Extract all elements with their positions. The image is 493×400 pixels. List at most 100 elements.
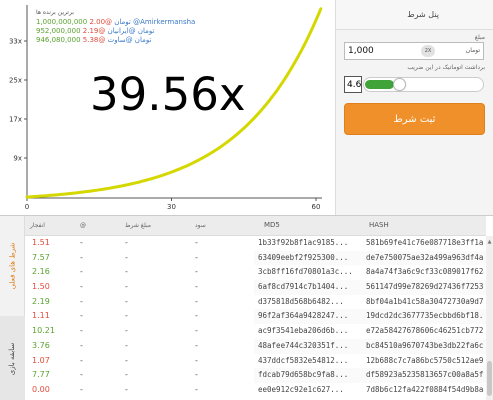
empty-cell: - bbox=[125, 282, 128, 292]
crash-multiplier: 2.16 bbox=[32, 267, 50, 277]
hash-rows: 1b33f92b8f1ac9185... 581b69fe41c76e087718… bbox=[254, 236, 486, 398]
place-bet-button[interactable]: ثبت شرط bbox=[344, 103, 485, 135]
empty-cell: - bbox=[195, 326, 198, 336]
leader-rate: 2.19@ bbox=[82, 27, 106, 35]
history-row: 2.19 - - - bbox=[25, 295, 254, 310]
empty-cell: - bbox=[80, 238, 83, 247]
tab-game-history-label: سابقه بازی bbox=[8, 342, 17, 375]
crash-multiplier: 3.76 bbox=[32, 340, 50, 350]
auto-cashout-label: برداشت اتوماتیک در این ضریب bbox=[407, 64, 485, 71]
scroll-up-icon[interactable]: ▲ bbox=[486, 239, 493, 245]
md5-cell: fdcab79d658bc9fa8... bbox=[258, 370, 349, 380]
empty-cell: - bbox=[195, 252, 198, 262]
empty-cell: - bbox=[125, 340, 128, 350]
leader-name: تومان @ساوت bbox=[107, 36, 152, 44]
history-row: 0.00 - - - bbox=[25, 383, 254, 398]
empty-cell: - bbox=[80, 296, 83, 306]
x-tick-label: 0 bbox=[25, 203, 29, 211]
hash-row: 63409eebf2f925300... de7e750075ae32a499a9… bbox=[254, 250, 486, 266]
hash-cell: 12b688c7c7a86bc5750c512ae9... bbox=[366, 355, 484, 365]
history-row: 1.11 - - - bbox=[25, 309, 254, 324]
md5-cell: 48afee744c320351f... bbox=[258, 340, 349, 350]
empty-cell: - bbox=[195, 370, 198, 380]
empty-cell: - bbox=[80, 370, 83, 380]
empty-cell: - bbox=[195, 355, 198, 365]
leader-amount: 952,000,000 bbox=[36, 27, 81, 35]
hash-cell: 7d8b6c12fa422f0884f54d9b8aa... bbox=[366, 384, 484, 394]
empty-cell: - bbox=[80, 340, 83, 350]
hash-row: 48afee744c320351f... bc84510a9670743be3db… bbox=[254, 338, 486, 354]
empty-cell: - bbox=[125, 370, 128, 380]
empty-cell: - bbox=[195, 267, 198, 277]
col-at: @ bbox=[80, 222, 86, 229]
md5-cell: 63409eebf2f925300... bbox=[258, 252, 349, 262]
hash-row: ac9f3541eba206d6b... e72a58427678606c4625… bbox=[254, 324, 486, 339]
auto-cashout-input[interactable] bbox=[344, 76, 362, 93]
hash-row: fdcab79d658bc9fa8... df58923a5235813657c0… bbox=[254, 368, 486, 383]
history-row: 1.50 - - - bbox=[25, 280, 254, 295]
empty-cell: - bbox=[195, 340, 198, 350]
current-multiplier: 39.56x bbox=[90, 68, 246, 121]
auto-cashout-slider[interactable] bbox=[363, 77, 484, 92]
md5-cell: ac9f3541eba206d6b... bbox=[258, 326, 349, 336]
empty-cell: - bbox=[195, 311, 198, 321]
hash-cell: de7e750075ae32a499a963df4a... bbox=[366, 252, 484, 262]
md5-cell: 96f2af364a9428247... bbox=[258, 311, 349, 321]
empty-cell: - bbox=[125, 326, 128, 336]
history-row: 3.76 - - - bbox=[25, 339, 254, 354]
col-crash: انفجار bbox=[30, 222, 45, 229]
leader-rate: 5.38@ bbox=[82, 36, 106, 44]
y-tick-label: 33x bbox=[9, 38, 22, 46]
history-row: 10.21 - - - bbox=[25, 324, 254, 339]
hash-cell: bc84510a9670743be3db22fa6c... bbox=[366, 340, 484, 350]
table-scrollbar[interactable] bbox=[486, 236, 493, 400]
md5-cell: 6af8cd7914c7b1404... bbox=[258, 282, 349, 292]
crash-multiplier: 1.07 bbox=[32, 355, 50, 365]
tab-current-bets[interactable]: شرط های فعلی bbox=[0, 236, 25, 296]
double-bet-button[interactable]: 2X bbox=[421, 45, 435, 57]
hash-cell: 19dcd2dc3677735ecbbd6bf18... bbox=[366, 311, 484, 321]
bet-amount-field: 2X تومان bbox=[344, 42, 484, 60]
history-table: انفجار @ مبلغ شرط سود 1.51- - -7.57- - -2.16… bbox=[25, 216, 254, 400]
crash-multiplier: 1.50 bbox=[32, 282, 50, 292]
scrollbar-thumb[interactable] bbox=[487, 361, 492, 396]
empty-cell: - bbox=[125, 296, 128, 306]
hash-row: 6af8cd7914c7b1404... 561147d99e78269d2743… bbox=[254, 280, 486, 295]
history-table-header: انفجار @ مبلغ شرط سود bbox=[25, 216, 254, 236]
col-hash: HASH bbox=[369, 221, 389, 229]
empty-cell: - bbox=[195, 238, 198, 247]
md5-cell: ee0e912c92e1c627... bbox=[258, 384, 344, 394]
empty-cell: - bbox=[125, 355, 128, 365]
panel-title: پنل شرط bbox=[336, 0, 493, 30]
x-tick-label: 60 bbox=[312, 203, 321, 211]
history-rows: 1.51 - - - 7.57 - - - 2.16 - - - 1.50 - - - 2.19 - - - 1.11 -… bbox=[25, 236, 254, 398]
leaderboard: برترین برنده ها 1,000,000,000 2.00@ توما… bbox=[36, 10, 195, 46]
y-tick-label: 25x bbox=[9, 77, 22, 85]
empty-cell: - bbox=[125, 384, 128, 394]
hash-cell: 581b69fe41c76e087718e3ff1ac... bbox=[366, 238, 484, 247]
crash-multiplier: 0.00 bbox=[32, 384, 50, 394]
tab-game-history[interactable]: سابقه بازی bbox=[0, 316, 25, 400]
slider-knob[interactable] bbox=[393, 78, 406, 91]
crash-multiplier: 7.77 bbox=[32, 370, 50, 380]
hash-row: 96f2af364a9428247... 19dcd2dc3677735ecbbd… bbox=[254, 309, 486, 325]
hash-row: 3cb8ff16fd70801a3c... 8a4a74f3a6c9cf33c08… bbox=[254, 265, 486, 280]
bet-amount-input[interactable] bbox=[345, 43, 425, 59]
leaderboard-row: 1,000,000,000 2.00@ تومان @Amirkermansha bbox=[36, 19, 195, 26]
md5-cell: 3cb8ff16fd70801a3c... bbox=[258, 267, 353, 277]
crash-multiplier: 1.11 bbox=[32, 311, 50, 321]
empty-cell: - bbox=[125, 267, 128, 277]
crash-multiplier: 10.21 bbox=[32, 326, 55, 336]
hash-cell: 8bf04a1b41c58a30472730a9d7... bbox=[366, 296, 484, 306]
empty-cell: - bbox=[125, 252, 128, 262]
y-tick-label: 17x bbox=[9, 116, 22, 124]
col-md5: MD5 bbox=[264, 221, 280, 229]
empty-cell: - bbox=[80, 355, 83, 365]
bottom-section: شرط های فعلی سابقه بازی انفجار @ مبلغ شر… bbox=[0, 215, 493, 400]
hash-table: MD5 HASH 1b33f92b8f1ac9185... 581b69fe41c… bbox=[254, 216, 486, 400]
md5-cell: d375818d568b6482... bbox=[258, 296, 344, 306]
crash-chart: 9x 17x 25x 33x 0 30 60 برترین برنده ها 1,000,0… bbox=[0, 0, 335, 215]
slider-fill bbox=[365, 80, 394, 89]
bet-amount-label: مبلغ bbox=[474, 34, 485, 41]
empty-cell: - bbox=[195, 282, 198, 292]
